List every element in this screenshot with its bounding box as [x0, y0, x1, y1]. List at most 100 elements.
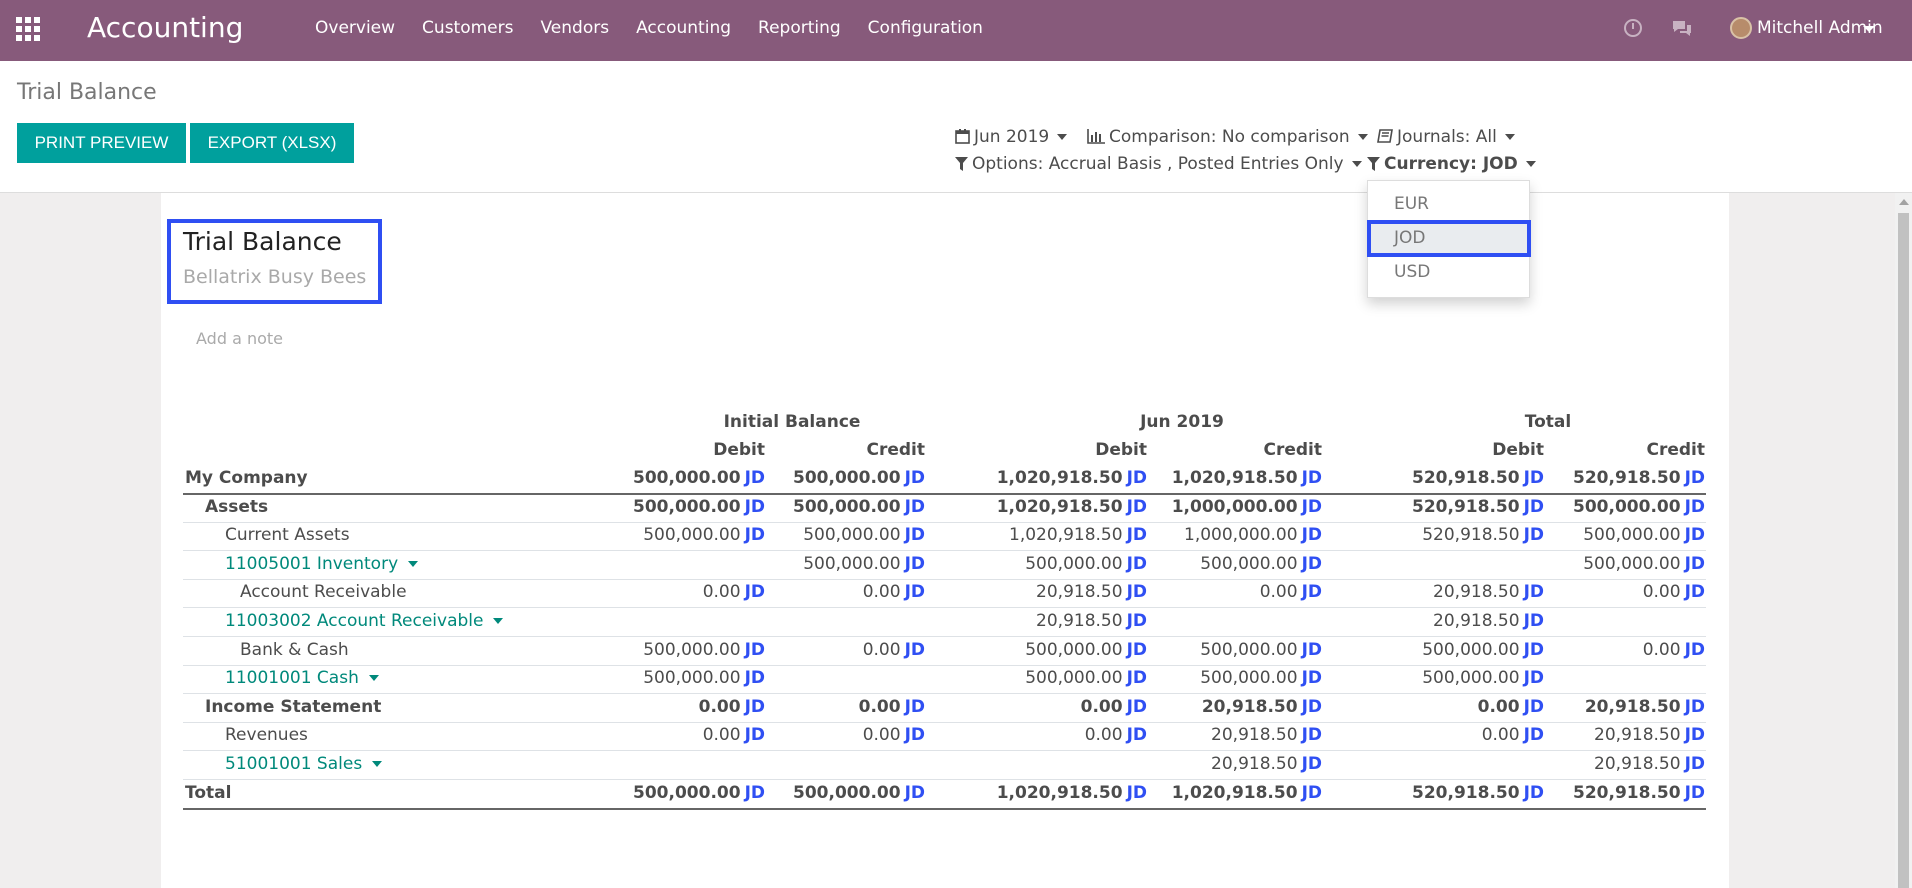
currency-filter[interactable]: Currency: JOD [1367, 154, 1536, 174]
menu-reporting[interactable]: Reporting [758, 18, 841, 38]
amount-value: 0.00 [862, 639, 901, 660]
amount-cell: 1,000,000.00 JD [1122, 497, 1322, 517]
amount-cell: 1,020,918.50 JD [1122, 783, 1322, 803]
column-header: Credit [866, 440, 925, 460]
comparison-filter[interactable]: Comparison: No comparison [1087, 127, 1368, 147]
amount-cell: 1,020,918.50 JD [947, 468, 1147, 488]
menu-overview[interactable]: Overview [315, 18, 395, 38]
amount-value: 1,020,918.50 [1171, 782, 1298, 803]
options-filter[interactable]: Options: Accrual Basis , Posted Entries … [955, 154, 1362, 174]
row-label: Total [185, 782, 232, 803]
row-label: Income Statement [205, 696, 382, 717]
amount-value: 20,918.50 [1594, 725, 1681, 746]
currency-label: Currency: JOD [1384, 154, 1518, 174]
chevron-down-icon[interactable] [372, 761, 383, 767]
row-label: Current Assets [225, 525, 350, 546]
currency-symbol: JD [1684, 782, 1705, 803]
chat-icon[interactable] [1671, 19, 1693, 37]
amount-cell: 500,000.00 JD [1122, 554, 1322, 574]
row-label: Bank & Cash [240, 639, 349, 660]
menu-vendors[interactable]: Vendors [540, 18, 609, 38]
currency-option-selected-highlight [1367, 220, 1531, 257]
scrollbar-thumb[interactable] [1898, 213, 1909, 888]
currency-symbol: JD [1301, 782, 1322, 803]
amount-cell: 20,918.50 JD [1122, 725, 1322, 745]
account-link[interactable]: 11001001 Cash [225, 668, 379, 688]
currency-symbol: JD [1301, 754, 1322, 774]
amount-cell: 20,918.50 JD [1505, 697, 1705, 717]
amount-cell: 1,020,918.50 JD [947, 783, 1147, 803]
amount-value: 500,000.00 [1573, 496, 1681, 517]
chevron-down-icon[interactable] [408, 560, 419, 567]
amount-cell: 0.00 JD [1505, 640, 1705, 660]
chevron-down-icon[interactable] [1863, 26, 1875, 32]
column-group-header: Initial Balance [723, 412, 861, 432]
chevron-down-icon[interactable] [368, 675, 379, 682]
account-link[interactable]: 51001001 Sales [225, 754, 383, 774]
amount-value: 20,918.50 [1036, 582, 1123, 603]
currency-option-usd[interactable]: USD [1394, 262, 1430, 282]
menu-customers[interactable]: Customers [422, 18, 513, 38]
chevron-down-icon[interactable] [493, 618, 504, 624]
currency-symbol: JD [1684, 525, 1705, 546]
currency-symbol: JD [744, 668, 765, 689]
amount-value: 20,918.50 [1201, 696, 1298, 717]
amount-value: 500,000.00 [1583, 525, 1681, 546]
amount-value: 500,000.00 [793, 468, 901, 488]
journals-filter[interactable]: Journals: All [1377, 127, 1515, 147]
report-title: Trial Balance [183, 227, 342, 256]
options-label: Options: Accrual Basis , Posted Entries … [972, 154, 1344, 174]
amount-cell: 500,000.00 JD [947, 668, 1147, 688]
user-avatar[interactable] [1730, 17, 1752, 39]
app-title[interactable]: Accounting [87, 11, 243, 44]
export-xlsx-button[interactable]: EXPORT (XLSX) [190, 123, 354, 163]
account-link[interactable]: 11005001 Inventory [225, 554, 419, 574]
amount-cell: 520,918.50 JD [1505, 783, 1705, 803]
currency-symbol: JD [904, 582, 925, 603]
breadcrumb: Trial Balance [17, 80, 157, 105]
amount-cell: 20,918.50 JD [1122, 754, 1322, 774]
clock-icon[interactable] [1624, 19, 1642, 37]
calendar-icon [955, 129, 970, 144]
amount-value: 20,918.50 [1211, 725, 1298, 746]
amount-value: 0.00 [1642, 639, 1681, 660]
row-divider [183, 521, 1706, 523]
print-preview-button[interactable]: PRINT PREVIEW [17, 123, 186, 163]
currency-symbol: JD [1126, 611, 1147, 631]
amount-value: 500,000.00 [1200, 668, 1298, 689]
amount-cell: 1,020,918.50 JD [1122, 468, 1322, 488]
amount-value: 20,918.50 [1584, 696, 1681, 717]
column-header: Debit [713, 440, 765, 460]
currency-option-jod[interactable]: JOD [1394, 228, 1426, 248]
amount-cell: 20,918.50 JD [1505, 754, 1705, 774]
amount-value: 1,020,918.50 [1009, 525, 1123, 546]
amount-value: 0.00 [1080, 696, 1123, 717]
menu-accounting[interactable]: Accounting [636, 18, 731, 38]
account-link[interactable]: 11003002 Account Receivable [225, 611, 504, 631]
currency-option-eur[interactable]: EUR [1394, 194, 1429, 214]
scroll-up-arrow-icon[interactable] [1899, 199, 1909, 205]
add-note-field[interactable]: Add a note [196, 329, 283, 348]
amount-cell: 20,918.50 JD [1505, 725, 1705, 745]
amount-value: 0.00 [858, 696, 901, 717]
row-divider [183, 750, 1706, 752]
currency-symbol: JD [1301, 553, 1322, 574]
amount-cell: 0.00 JD [1122, 582, 1322, 602]
currency-symbol: JD [1684, 468, 1705, 488]
column-header: Debit [1095, 440, 1147, 460]
amount-value: 1,020,918.50 [996, 468, 1123, 488]
apps-grid-icon[interactable] [16, 17, 42, 41]
period-filter[interactable]: Jun 2019 [955, 127, 1068, 147]
row-label: Assets [205, 496, 269, 517]
row-divider [183, 693, 1706, 695]
amount-cell: 1,000,000.00 JD [1122, 525, 1322, 545]
amount-value: 500,000.00 [643, 668, 741, 689]
menu-configuration[interactable]: Configuration [868, 18, 983, 38]
amount-cell: 20,918.50 JD [1344, 611, 1544, 631]
amount-cell: 0.00 JD [725, 582, 925, 602]
main-menu: Overview Customers Vendors Accounting Re… [315, 18, 1010, 38]
amount-value: 500,000.00 [1583, 553, 1681, 574]
bar-chart-icon [1087, 129, 1105, 144]
amount-cell: 520,918.50 JD [1505, 468, 1705, 488]
amount-cell: 1,020,918.50 JD [947, 525, 1147, 545]
